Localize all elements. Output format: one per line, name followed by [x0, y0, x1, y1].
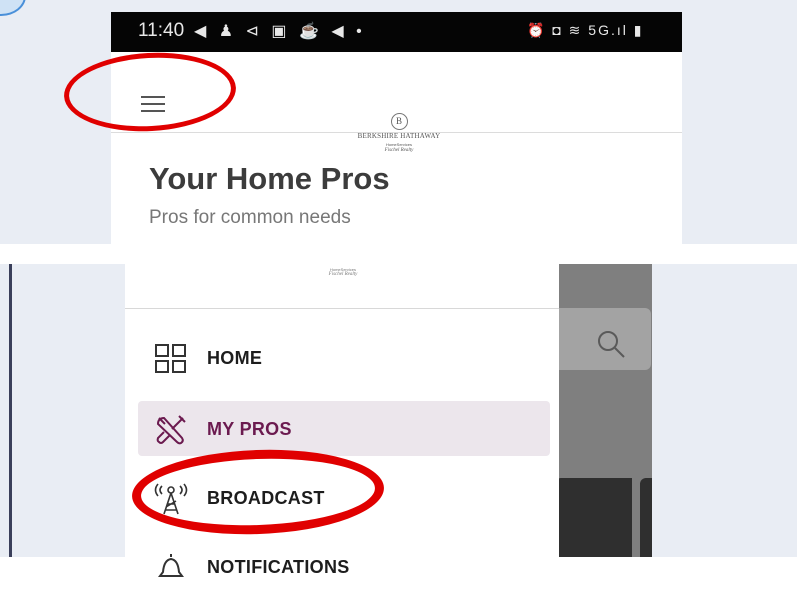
- tools-icon: [156, 415, 186, 445]
- window-edge: [9, 264, 12, 557]
- nav-label-notifications: NOTIFICATIONS: [207, 557, 350, 577]
- logo-subtitle: HomeServices: [385, 142, 412, 147]
- grid-icon: [155, 344, 186, 373]
- top-screenshot-panel: 11:40 ◀ ♟ ⊲ ▣ ☕ ◀ • ⏰ ◘ ≋ 5G.ıl ▮ B BERK…: [0, 0, 797, 244]
- pro-thumbnail[interactable]: [555, 478, 632, 557]
- nav-item-notifications[interactable]: NOTIFICATIONS: [138, 539, 550, 594]
- bottom-screenshot-panel: HomeServices Fischel Realty HOME MY PROS: [0, 264, 797, 577]
- status-time: 11:40: [138, 20, 185, 41]
- pro-thumbnail[interactable]: [640, 478, 652, 557]
- logo-franchise: Fischel Realty: [384, 148, 414, 153]
- brand-logo: B BERKSHIRE HATHAWAY HomeServices Fische…: [341, 113, 457, 153]
- drawer-logo: HomeServices Fischel Realty: [303, 267, 383, 277]
- system-status-icons: ⏰ ◘ ≋ 5G.ıl ▮: [527, 22, 644, 38]
- nav-item-my-pros[interactable]: MY PROS: [138, 401, 550, 456]
- corner-app-icon: [0, 0, 26, 16]
- status-bar: 11:40 ◀ ♟ ⊲ ▣ ☕ ◀ • ⏰ ◘ ≋ 5G.ıl ▮: [111, 12, 682, 52]
- drawer-divider: [125, 308, 559, 309]
- nav-label-my-pros: MY PROS: [207, 419, 292, 439]
- notification-icons: ◀ ♟ ⊲ ▣ ☕ ◀ •: [194, 23, 366, 40]
- search-icon[interactable]: [596, 329, 626, 359]
- nav-item-home[interactable]: HOME: [138, 330, 550, 385]
- logo-name: BERKSHIRE HATHAWAY: [357, 132, 441, 140]
- page-subtitle: Pros for common needs: [149, 207, 351, 228]
- nav-label-home: HOME: [207, 348, 263, 368]
- page-title: Your Home Pros: [149, 161, 390, 196]
- drawer-logo-franchise: Fischel Realty: [328, 272, 358, 277]
- brand-seal-icon: B: [390, 113, 408, 130]
- phone-screen-top: 11:40 ◀ ♟ ⊲ ▣ ☕ ◀ • ⏰ ◘ ≋ 5G.ıl ▮ B BERK…: [111, 12, 682, 244]
